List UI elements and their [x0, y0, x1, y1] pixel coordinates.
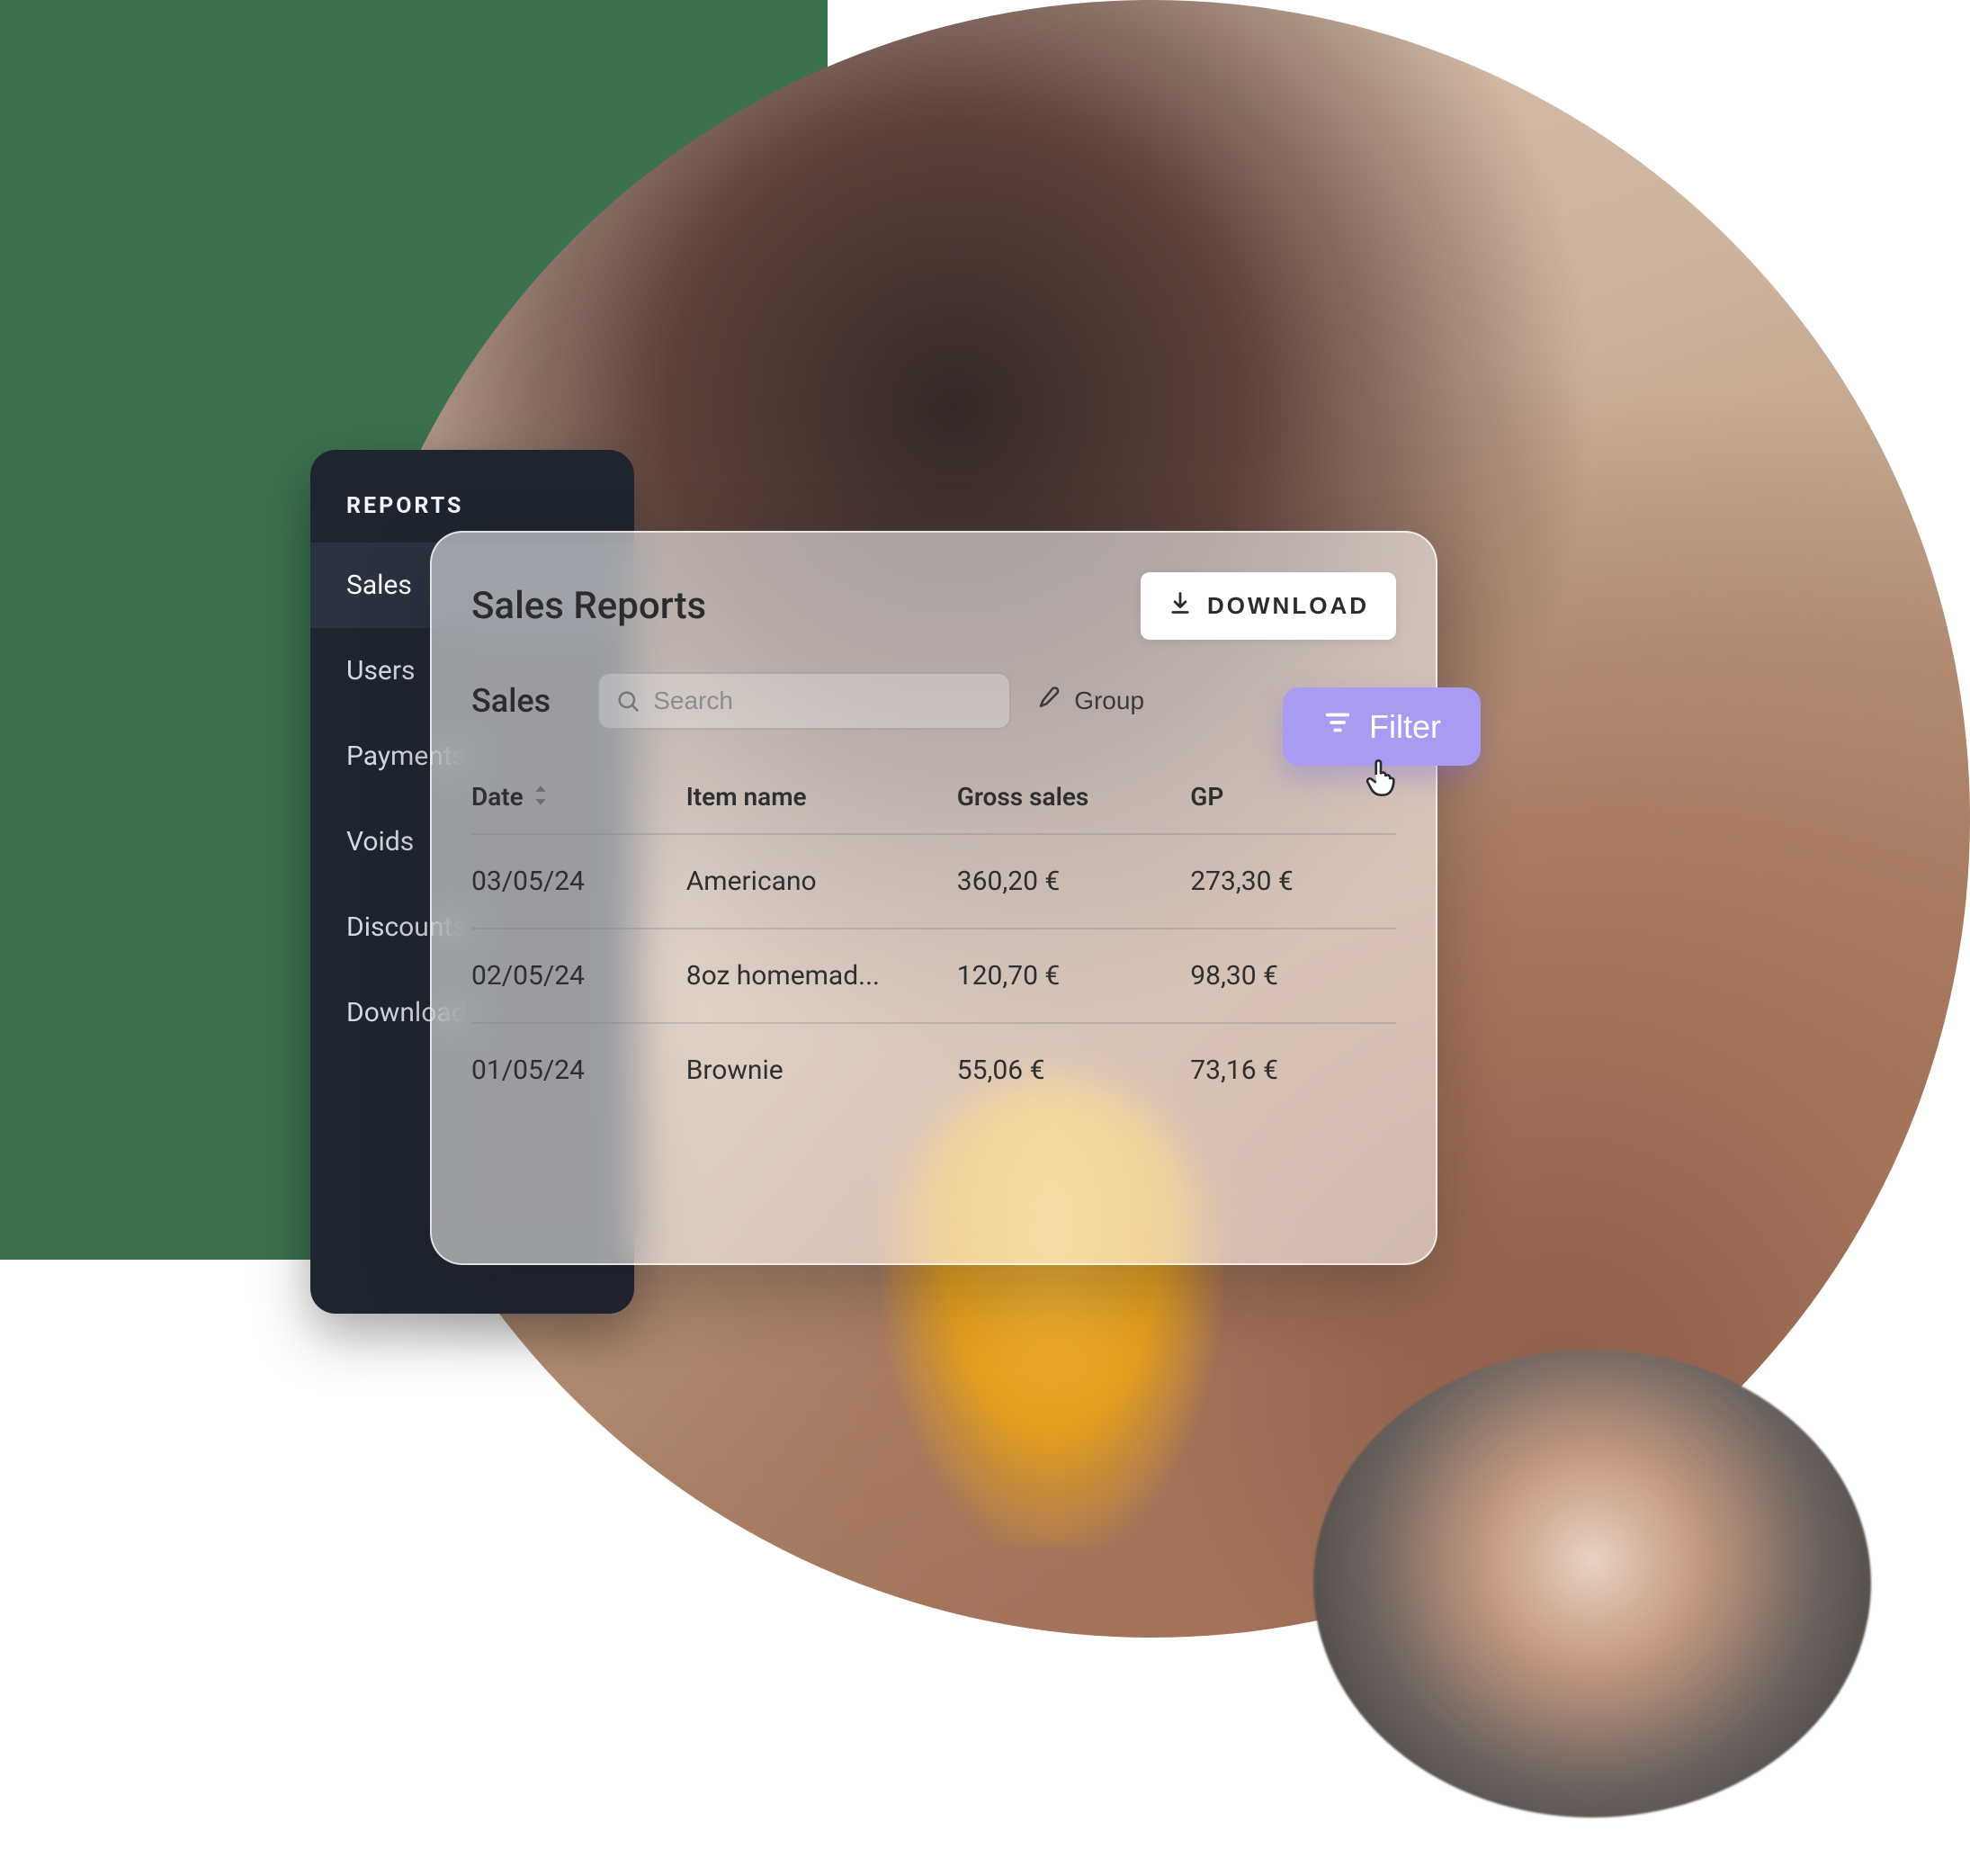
cell-gross: 360,20 € [957, 866, 1182, 897]
col-date[interactable]: Date [471, 782, 677, 812]
table-header: Date Item name Gross sales GP [471, 771, 1396, 833]
sales-report-card: Sales Reports DOWNLOAD Sales Group [430, 531, 1437, 1265]
cell-gross: 55,06 € [957, 1055, 1182, 1086]
cell-gp: 73,16 € [1190, 1055, 1396, 1086]
table-row[interactable]: 02/05/24 8oz homemad... 120,70 € 98,30 € [471, 928, 1396, 1022]
table-row[interactable]: 03/05/24 Americano 360,20 € 273,30 € [471, 833, 1396, 928]
cursor-hand-icon [1362, 756, 1400, 799]
cell-gp: 273,30 € [1190, 866, 1396, 897]
section-title: Sales [471, 682, 551, 720]
cell-item: 8oz homemad... [686, 960, 948, 992]
hero-bowl [1313, 1350, 1871, 1818]
filter-label: Filter [1369, 708, 1441, 746]
cell-date: 03/05/24 [471, 866, 677, 897]
filter-button[interactable]: Filter [1283, 687, 1481, 766]
col-date-label: Date [471, 782, 524, 812]
sales-table: Date Item name Gross sales GP 03/05/24 A… [471, 771, 1396, 1117]
group-button[interactable]: Group [1036, 685, 1144, 718]
cell-date: 02/05/24 [471, 960, 677, 992]
cell-gross: 120,70 € [957, 960, 1182, 992]
card-title: Sales Reports [471, 584, 706, 628]
search-field[interactable] [597, 672, 1011, 730]
group-label: Group [1074, 687, 1144, 715]
cell-item: Brownie [686, 1055, 948, 1086]
table-row[interactable]: 01/05/24 Brownie 55,06 € 73,16 € [471, 1022, 1396, 1117]
card-header: Sales Reports DOWNLOAD [471, 572, 1396, 640]
cell-gp: 98,30 € [1190, 960, 1396, 992]
card-toolbar: Sales Group [471, 672, 1396, 730]
filter-icon [1322, 707, 1353, 746]
download-icon [1168, 590, 1193, 622]
search-input[interactable] [597, 672, 1011, 730]
download-button[interactable]: DOWNLOAD [1141, 572, 1396, 640]
table-body: 03/05/24 Americano 360,20 € 273,30 € 02/… [471, 833, 1396, 1117]
cell-item: Americano [686, 866, 948, 897]
sort-icon [533, 782, 549, 812]
download-label: DOWNLOAD [1207, 592, 1369, 620]
col-item[interactable]: Item name [686, 782, 948, 812]
brush-icon [1036, 685, 1063, 718]
stage: REPORTS Sales Users Payments Voids Disco… [0, 0, 1970, 1876]
cell-date: 01/05/24 [471, 1055, 677, 1086]
col-gross[interactable]: Gross sales [957, 782, 1182, 812]
